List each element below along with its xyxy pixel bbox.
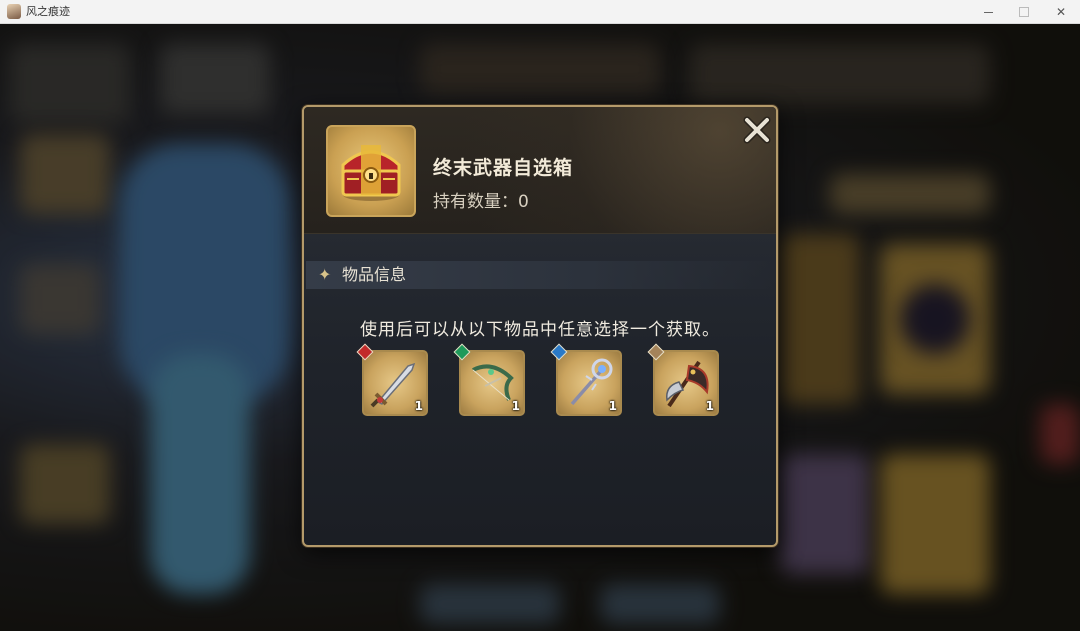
- item-held-count: 持有数量：0: [433, 192, 529, 212]
- app-icon: [7, 4, 21, 19]
- item-name: 终末武器自选箱: [433, 157, 574, 179]
- reward-quantity: 1: [511, 399, 520, 413]
- dialog-close-button[interactable]: [740, 113, 774, 147]
- section-title: 物品信息: [342, 265, 407, 284]
- reward-quantity: 1: [414, 399, 423, 413]
- reward-quantity: 1: [705, 399, 714, 413]
- item-icon-frame: [326, 125, 416, 217]
- close-x-icon: [743, 116, 771, 144]
- window-close-button[interactable]: ✕: [1042, 0, 1080, 24]
- reward-list: 1 1 1 1: [356, 343, 722, 420]
- window-title: 风之痕迹: [26, 5, 70, 18]
- minimize-button[interactable]: [969, 0, 1007, 24]
- reward-slot[interactable]: 1: [453, 343, 525, 416]
- reward-slot[interactable]: 1: [550, 343, 622, 416]
- item-description: 使用后可以从以下物品中任意选择一个获取。: [360, 320, 720, 340]
- treasure-chest-icon: [341, 145, 401, 201]
- reward-quantity: 1: [608, 399, 617, 413]
- maximize-button[interactable]: [1005, 0, 1043, 24]
- sparkle-icon: ✦: [318, 265, 332, 284]
- item-info-dialog: 终末武器自选箱 持有数量：0 ✦ 物品信息 使用后可以从以下物品中任意选择一个获…: [302, 105, 778, 547]
- reward-slot[interactable]: 1: [356, 343, 428, 416]
- window-titlebar: 风之痕迹 ✕: [0, 0, 1080, 24]
- dialog-header: 终末武器自选箱 持有数量：0: [304, 107, 776, 234]
- section-header: ✦ 物品信息: [306, 261, 774, 289]
- reward-slot[interactable]: 1: [647, 343, 719, 416]
